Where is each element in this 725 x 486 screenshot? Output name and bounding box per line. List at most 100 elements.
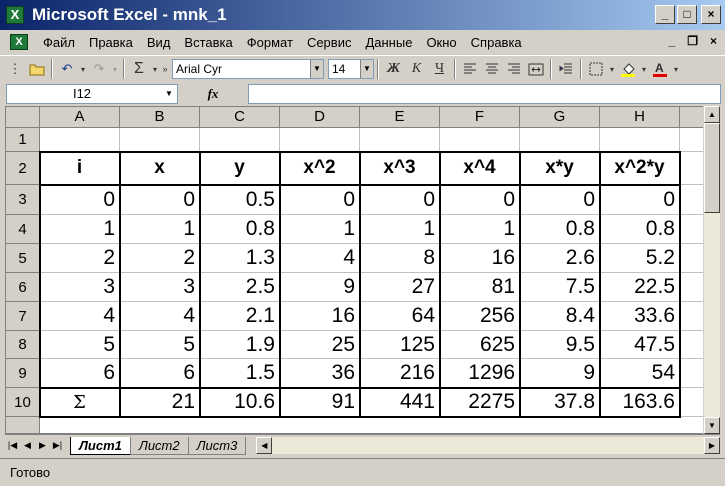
row-header-5[interactable]: 5 (6, 244, 40, 273)
column-header-d[interactable]: D (280, 107, 360, 128)
row-header-7[interactable]: 7 (6, 302, 40, 331)
scroll-left-icon[interactable]: ◀ (256, 437, 273, 454)
close-button[interactable]: × (701, 5, 721, 24)
table-cell[interactable]: 0.8 (520, 215, 600, 244)
table-cell[interactable]: 16 (440, 244, 520, 273)
table-cell[interactable]: 1.5 (200, 359, 280, 388)
bold-button[interactable]: Ж (382, 58, 405, 80)
menu-format[interactable]: Формат (240, 35, 300, 50)
doc-restore-button[interactable]: ❐ (687, 34, 698, 48)
scroll-up-icon[interactable]: ▲ (704, 106, 720, 123)
cell-c1[interactable] (200, 128, 280, 152)
formula-input[interactable] (248, 84, 721, 104)
table-cell[interactable]: 8.4 (520, 302, 600, 331)
fill-color-icon[interactable] (617, 58, 639, 80)
table-cell[interactable]: 1 (40, 215, 120, 244)
table-cell[interactable]: 9.5 (520, 331, 600, 359)
table-cell[interactable]: 0.5 (200, 185, 280, 215)
doc-close-button[interactable]: × (710, 34, 717, 48)
menu-file[interactable]: Файл (36, 35, 82, 50)
redo-icon[interactable]: ↷ (88, 58, 110, 80)
toolbar-options-icon[interactable]: » (160, 58, 170, 80)
table-cell[interactable]: 5.2 (600, 244, 680, 273)
table-cell[interactable]: 9 (280, 273, 360, 302)
table-cell[interactable]: 0 (600, 185, 680, 215)
table-cell[interactable]: 0 (40, 185, 120, 215)
prev-sheet-icon[interactable]: ◀ (20, 440, 35, 451)
table-cell[interactable]: 0 (360, 185, 440, 215)
menu-edit[interactable]: Правка (82, 35, 140, 50)
sum-symbol-cell[interactable]: Σ (40, 388, 120, 417)
select-all-corner[interactable] (6, 107, 40, 128)
table-header-cell[interactable]: x^3 (360, 152, 440, 185)
row-header-10[interactable]: 10 (6, 388, 40, 417)
table-header-cell[interactable]: i (40, 152, 120, 185)
table-cell[interactable]: 256 (440, 302, 520, 331)
font-name-combo[interactable]: Arial Cyr ▼ (172, 59, 324, 79)
table-header-cell[interactable]: x^2 (280, 152, 360, 185)
table-cell[interactable]: 33.6 (600, 302, 680, 331)
cell-a1[interactable] (40, 128, 120, 152)
row-header-8[interactable]: 8 (6, 331, 40, 359)
row-header-3[interactable]: 3 (6, 185, 40, 215)
total-cell[interactable]: 37.8 (520, 388, 600, 417)
table-cell[interactable]: 0 (440, 185, 520, 215)
sheet-tab-2[interactable]: Лист2 (129, 436, 189, 455)
chevron-down-icon[interactable]: ▼ (161, 85, 177, 103)
first-sheet-icon[interactable]: |◀ (5, 440, 20, 451)
table-cell[interactable]: 2.5 (200, 273, 280, 302)
undo-icon[interactable]: ↶ (56, 58, 78, 80)
font-color-dropdown-icon[interactable]: ▾ (671, 58, 681, 80)
total-cell[interactable]: 2275 (440, 388, 520, 417)
table-cell[interactable]: 4 (120, 302, 200, 331)
row-header-9[interactable]: 9 (6, 359, 40, 388)
table-header-cell[interactable]: x^2*y (600, 152, 680, 185)
font-color-icon[interactable]: A (649, 58, 671, 80)
table-cell[interactable]: 5 (40, 331, 120, 359)
align-center-icon[interactable] (481, 58, 503, 80)
menu-data[interactable]: Данные (358, 35, 419, 50)
cell-e1[interactable] (360, 128, 440, 152)
column-header-e[interactable]: E (360, 107, 440, 128)
cell-f1[interactable] (440, 128, 520, 152)
table-cell[interactable]: 54 (600, 359, 680, 388)
column-header-b[interactable]: B (120, 107, 200, 128)
menu-window[interactable]: Окно (419, 35, 463, 50)
column-header-g[interactable]: G (520, 107, 600, 128)
autosum-dropdown-icon[interactable]: ▾ (150, 58, 160, 80)
merge-center-icon[interactable] (525, 58, 547, 80)
doc-minimize-button[interactable]: _ (669, 34, 676, 48)
excel-app-icon[interactable]: X (6, 6, 24, 24)
total-cell[interactable]: 21 (120, 388, 200, 417)
redo-dropdown-icon[interactable]: ▾ (110, 58, 120, 80)
open-folder-icon[interactable] (26, 58, 48, 80)
table-cell[interactable]: 1.9 (200, 331, 280, 359)
table-cell[interactable]: 64 (360, 302, 440, 331)
row-header-11[interactable] (6, 417, 40, 433)
workbook-icon[interactable]: X (10, 34, 28, 50)
table-cell[interactable]: 6 (120, 359, 200, 388)
last-sheet-icon[interactable]: ▶| (50, 440, 65, 451)
cell-b1[interactable] (120, 128, 200, 152)
table-cell[interactable]: 6 (40, 359, 120, 388)
table-cell[interactable]: 22.5 (600, 273, 680, 302)
font-size-combo[interactable]: 14 ▼ (328, 59, 374, 79)
minimize-button[interactable]: _ (655, 5, 675, 24)
menu-view[interactable]: Вид (140, 35, 178, 50)
cell-d1[interactable] (280, 128, 360, 152)
worksheet-grid[interactable]: A B C D E F G H 1 2 3 4 5 6 7 8 9 10 i x y x^2 x^3 x^4 x*y x^2*y 0… (5, 106, 720, 434)
next-sheet-icon[interactable]: ▶ (35, 440, 50, 451)
column-header-f[interactable]: F (440, 107, 520, 128)
cell-g1[interactable] (520, 128, 600, 152)
table-cell[interactable]: 1 (280, 215, 360, 244)
table-header-cell[interactable]: x^4 (440, 152, 520, 185)
row-11-cells[interactable] (40, 417, 719, 433)
table-cell[interactable]: 7.5 (520, 273, 600, 302)
chevron-down-icon[interactable]: ▼ (360, 60, 373, 78)
scroll-down-icon[interactable]: ▼ (704, 417, 720, 434)
table-cell[interactable]: 4 (40, 302, 120, 331)
row-header-4[interactable]: 4 (6, 215, 40, 244)
cell-h1[interactable] (600, 128, 680, 152)
italic-button[interactable]: К (405, 58, 428, 80)
menu-tools[interactable]: Сервис (300, 35, 359, 50)
